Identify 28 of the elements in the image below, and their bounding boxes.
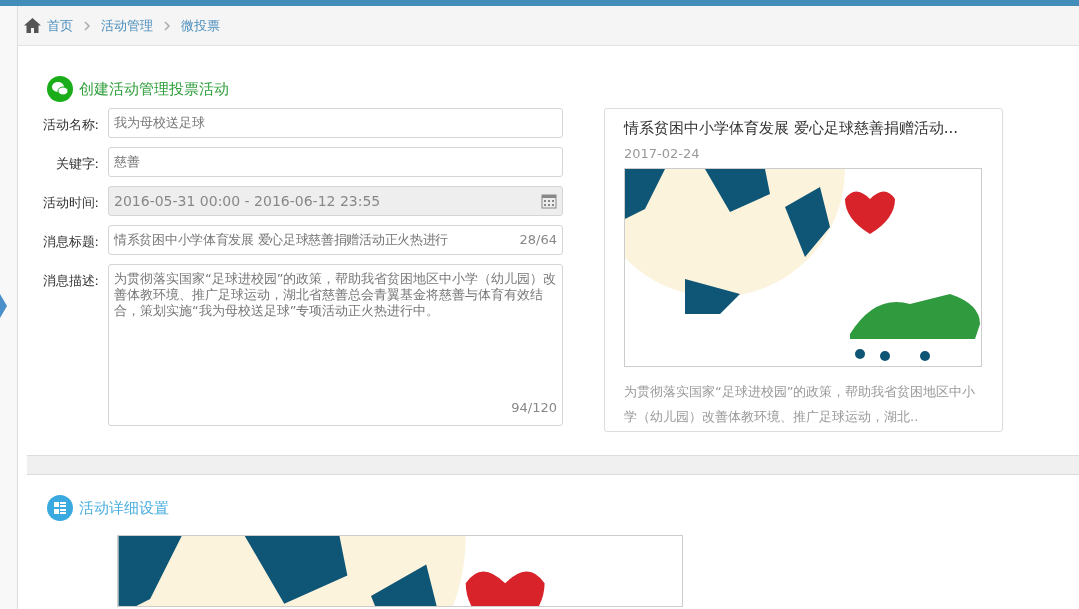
section-title: 创建活动管理投票活动: [79, 78, 229, 100]
list-icon: [47, 495, 73, 521]
collapse-arrow-icon[interactable]: [0, 294, 7, 318]
chevron-icon: [84, 20, 90, 31]
breadcrumb-link[interactable]: 微投票: [181, 15, 220, 36]
field-label: 消息描述:: [41, 272, 100, 290]
field-value: 2016-05-31 00:00 - 2016-06-12 23:55: [114, 191, 381, 211]
preview-date: 2017-02-24: [624, 144, 701, 163]
input-field[interactable]: 我为母校送足球: [108, 108, 563, 138]
char-counter: 94/120: [511, 400, 557, 416]
input-field[interactable]: 情系贫困中小学体育发展 爱心足球慈善捐赠活动正火热进行 28/64: [108, 225, 563, 255]
field-value: 为贯彻落实国家“足球进校园”的政策，帮助我省贫困地区中小学（幼儿园）改善体教环境、推广足球运动，湖北省慈善总会青翼基金将慈善与体育有效结合，策划实施“我为母校送足球”专项活动正火热进行中。: [114, 271, 557, 319]
textarea-field[interactable]: 为贯彻落实国家“足球进校园”的政策，帮助我省贫困地区中小学（幼儿园）改善体教环境、推广足球运动，湖北省慈善总会青翼基金将慈善与体育有效结合，策划实施“我为母校送足球”专项活动正火热进行中。 94/120: [108, 264, 563, 426]
input-field[interactable]: 慈善: [108, 147, 563, 177]
home-icon: [24, 18, 41, 33]
chevron-icon: [164, 20, 170, 31]
chat-icon: [47, 76, 73, 102]
char-counter: 28/64: [519, 231, 557, 250]
breadcrumb-link[interactable]: 活动管理: [101, 15, 153, 36]
field-label: 消息标题:: [41, 233, 100, 251]
field-label: 关键字:: [54, 155, 100, 173]
field-value: 情系贫困中小学体育发展 爱心足球慈善捐赠活动正火热进行: [114, 231, 450, 250]
preview-title: 情系贫困中小学体育发展 爱心足球慈善捐赠活动...: [624, 118, 960, 139]
field-label: 活动名称:: [41, 116, 100, 134]
section-title: 活动详细设置: [79, 497, 169, 519]
breadcrumb-link[interactable]: 首页: [47, 15, 73, 36]
field-label: 活动时间:: [41, 194, 100, 212]
preview-description: 为贯彻落实国家“足球进校园”的政策，帮助我省贫困地区中小学（幼儿园）改善体教环境、推广足球运动，湖北..: [624, 383, 977, 426]
